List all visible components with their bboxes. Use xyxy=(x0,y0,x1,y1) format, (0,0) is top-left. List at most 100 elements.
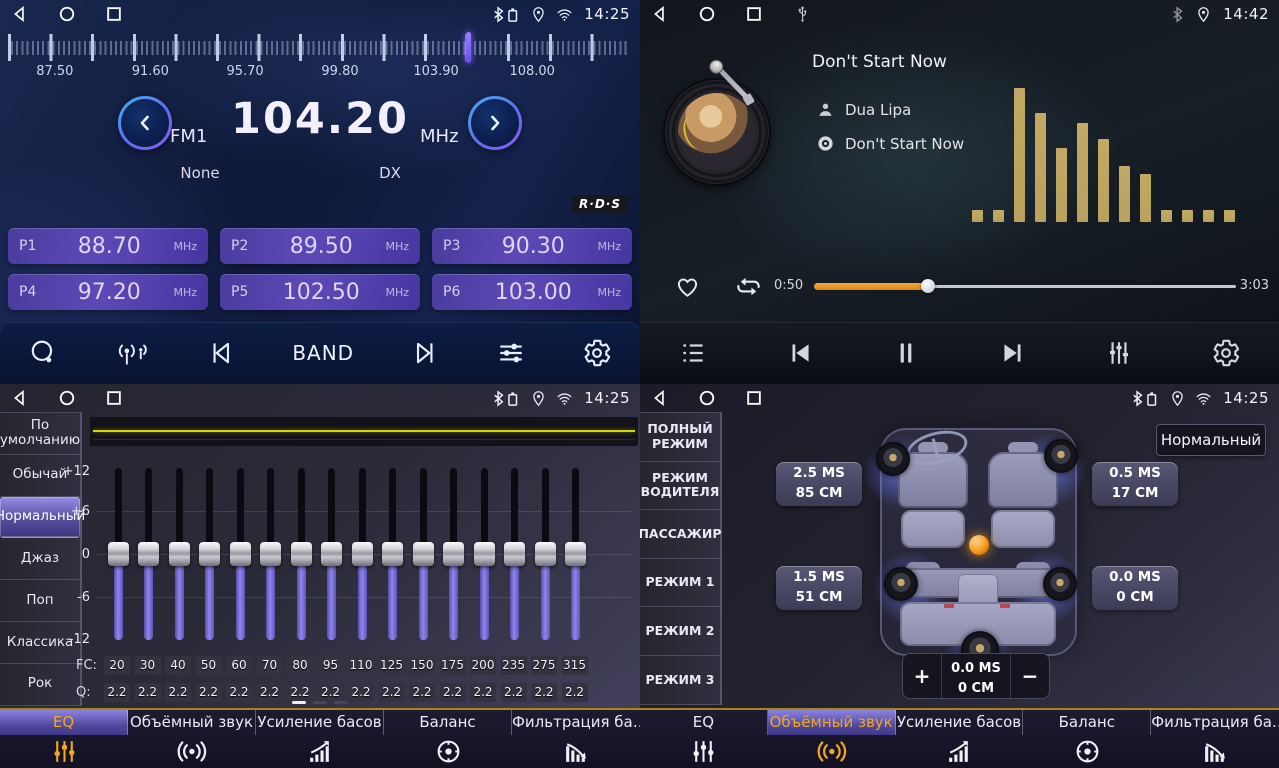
slider-knob[interactable] xyxy=(382,542,403,566)
q-value[interactable]: 2.2 xyxy=(562,683,588,702)
back-icon[interactable] xyxy=(650,4,670,24)
settings-button[interactable] xyxy=(1211,338,1241,368)
slider-knob[interactable] xyxy=(565,542,586,566)
fc-value[interactable]: 30 xyxy=(135,656,161,675)
q-value[interactable]: 2.2 xyxy=(409,683,435,702)
home-icon[interactable] xyxy=(697,4,717,24)
fc-value[interactable]: 50 xyxy=(196,656,222,675)
previous-station-button[interactable] xyxy=(206,338,236,368)
eq-band-20-slider[interactable] xyxy=(107,468,129,640)
slider-knob[interactable] xyxy=(260,542,281,566)
fc-value[interactable]: 175 xyxy=(440,656,466,675)
slider-knob[interactable] xyxy=(413,542,434,566)
fc-value[interactable]: 70 xyxy=(257,656,283,675)
front-left-speaker-icon[interactable] xyxy=(876,442,910,476)
tab-bass-filter[interactable]: Фильтрация ба… xyxy=(512,710,640,768)
recents-icon[interactable] xyxy=(104,4,124,24)
fc-value[interactable]: 315 xyxy=(562,656,588,675)
eq-band-95-slider[interactable] xyxy=(321,468,343,640)
slider-knob[interactable] xyxy=(169,542,190,566)
mode-1[interactable]: РЕЖИМ ВОДИТЕЛЯ xyxy=(640,462,720,511)
listener-position-ball[interactable] xyxy=(969,535,989,555)
radio-preset-P1[interactable]: P1 88.70 MHz xyxy=(8,228,208,264)
q-value[interactable]: 2.2 xyxy=(135,683,161,702)
progress-thumb[interactable] xyxy=(921,279,935,293)
slider-knob[interactable] xyxy=(321,542,342,566)
eq-band-200-slider[interactable] xyxy=(473,468,495,640)
q-value[interactable]: 2.2 xyxy=(531,683,557,702)
eq-band-40-slider[interactable] xyxy=(168,468,190,640)
tab-bass-boost[interactable]: Усиление басов xyxy=(896,710,1024,768)
rear-left-speaker-icon[interactable] xyxy=(884,567,918,601)
q-value[interactable]: 2.2 xyxy=(165,683,191,702)
slider-knob[interactable] xyxy=(352,542,373,566)
mode-3[interactable]: РЕЖИМ 1 xyxy=(640,559,720,608)
fc-value[interactable]: 60 xyxy=(226,656,252,675)
band-button[interactable]: BAND xyxy=(292,341,354,365)
tab-eq[interactable]: EQ xyxy=(0,710,128,768)
fc-value[interactable]: 80 xyxy=(287,656,313,675)
q-value[interactable]: 2.2 xyxy=(470,683,496,702)
seek-down-button[interactable] xyxy=(118,96,172,150)
delay-decrease-button[interactable]: − xyxy=(1010,654,1049,698)
eq-band-175-slider[interactable] xyxy=(443,468,465,640)
slider-knob[interactable] xyxy=(199,542,220,566)
slider-knob[interactable] xyxy=(474,542,495,566)
eq-band-60-slider[interactable] xyxy=(229,468,251,640)
slider-knob[interactable] xyxy=(504,542,525,566)
slider-knob[interactable] xyxy=(138,542,159,566)
q-value[interactable]: 2.2 xyxy=(287,683,313,702)
tab-balance[interactable]: Баланс xyxy=(1023,710,1151,768)
q-value[interactable]: 2.2 xyxy=(257,683,283,702)
radio-preset-P3[interactable]: P3 90.30 MHz xyxy=(432,228,632,264)
scan-button[interactable] xyxy=(28,338,58,368)
rear-right-delay-button[interactable]: 0.0 MS 0 CM xyxy=(1092,566,1178,610)
eq-preset-6[interactable]: Рок xyxy=(0,664,80,706)
slider-knob[interactable] xyxy=(443,542,464,566)
recents-icon[interactable] xyxy=(744,388,764,408)
eq-band-30-slider[interactable] xyxy=(138,468,160,640)
radio-preset-P6[interactable]: P6 103.00 MHz xyxy=(432,274,632,310)
tab-bass-filter[interactable]: Фильтрация ба… xyxy=(1151,710,1279,768)
progress-bar[interactable] xyxy=(814,285,1236,288)
q-value[interactable]: 2.2 xyxy=(379,683,405,702)
q-value[interactable]: 2.2 xyxy=(440,683,466,702)
eq-band-315-slider[interactable] xyxy=(565,468,587,640)
previous-track-button[interactable] xyxy=(785,338,815,368)
recents-icon[interactable] xyxy=(744,4,764,24)
eq-band-235-slider[interactable] xyxy=(504,468,526,640)
delay-increase-button[interactable]: + xyxy=(903,654,942,698)
radio-preset-P2[interactable]: P2 89.50 MHz xyxy=(220,228,420,264)
front-right-delay-button[interactable]: 0.5 MS 17 CM xyxy=(1092,462,1178,506)
mixer-button[interactable] xyxy=(496,338,526,368)
fc-value[interactable]: 20 xyxy=(104,656,130,675)
next-track-button[interactable] xyxy=(998,338,1028,368)
eq-band-50-slider[interactable] xyxy=(199,468,221,640)
front-right-speaker-icon[interactable] xyxy=(1044,439,1078,473)
album-art-vinyl[interactable] xyxy=(665,80,769,184)
eq-band-125-slider[interactable] xyxy=(382,468,404,640)
radio-preset-P4[interactable]: P4 97.20 MHz xyxy=(8,274,208,310)
tab-balance[interactable]: Баланс xyxy=(384,710,512,768)
q-value[interactable]: 2.2 xyxy=(348,683,374,702)
mode-4[interactable]: РЕЖИМ 2 xyxy=(640,607,720,656)
settings-button[interactable] xyxy=(582,338,612,368)
fc-value[interactable]: 110 xyxy=(348,656,374,675)
fc-value[interactable]: 125 xyxy=(379,656,405,675)
fc-value[interactable]: 95 xyxy=(318,656,344,675)
eq-band-70-slider[interactable] xyxy=(260,468,282,640)
front-left-delay-button[interactable]: 2.5 MS 85 CM xyxy=(776,462,862,506)
q-value[interactable]: 2.2 xyxy=(196,683,222,702)
eq-band-110-slider[interactable] xyxy=(351,468,373,640)
equalizer-button[interactable] xyxy=(1104,338,1134,368)
home-icon[interactable] xyxy=(697,388,717,408)
playlist-button[interactable] xyxy=(678,338,708,368)
mode-5[interactable]: РЕЖИМ 3 xyxy=(640,656,720,705)
back-icon[interactable] xyxy=(10,4,30,24)
surround-preset-button[interactable]: Нормальный xyxy=(1156,424,1266,456)
mode-2[interactable]: ПАССАЖИР xyxy=(640,510,720,559)
slider-knob[interactable] xyxy=(291,542,312,566)
tab-surround[interactable]: Объёмный звук xyxy=(128,710,256,768)
eq-band-150-slider[interactable] xyxy=(412,468,434,640)
rear-right-speaker-icon[interactable] xyxy=(1043,567,1077,601)
